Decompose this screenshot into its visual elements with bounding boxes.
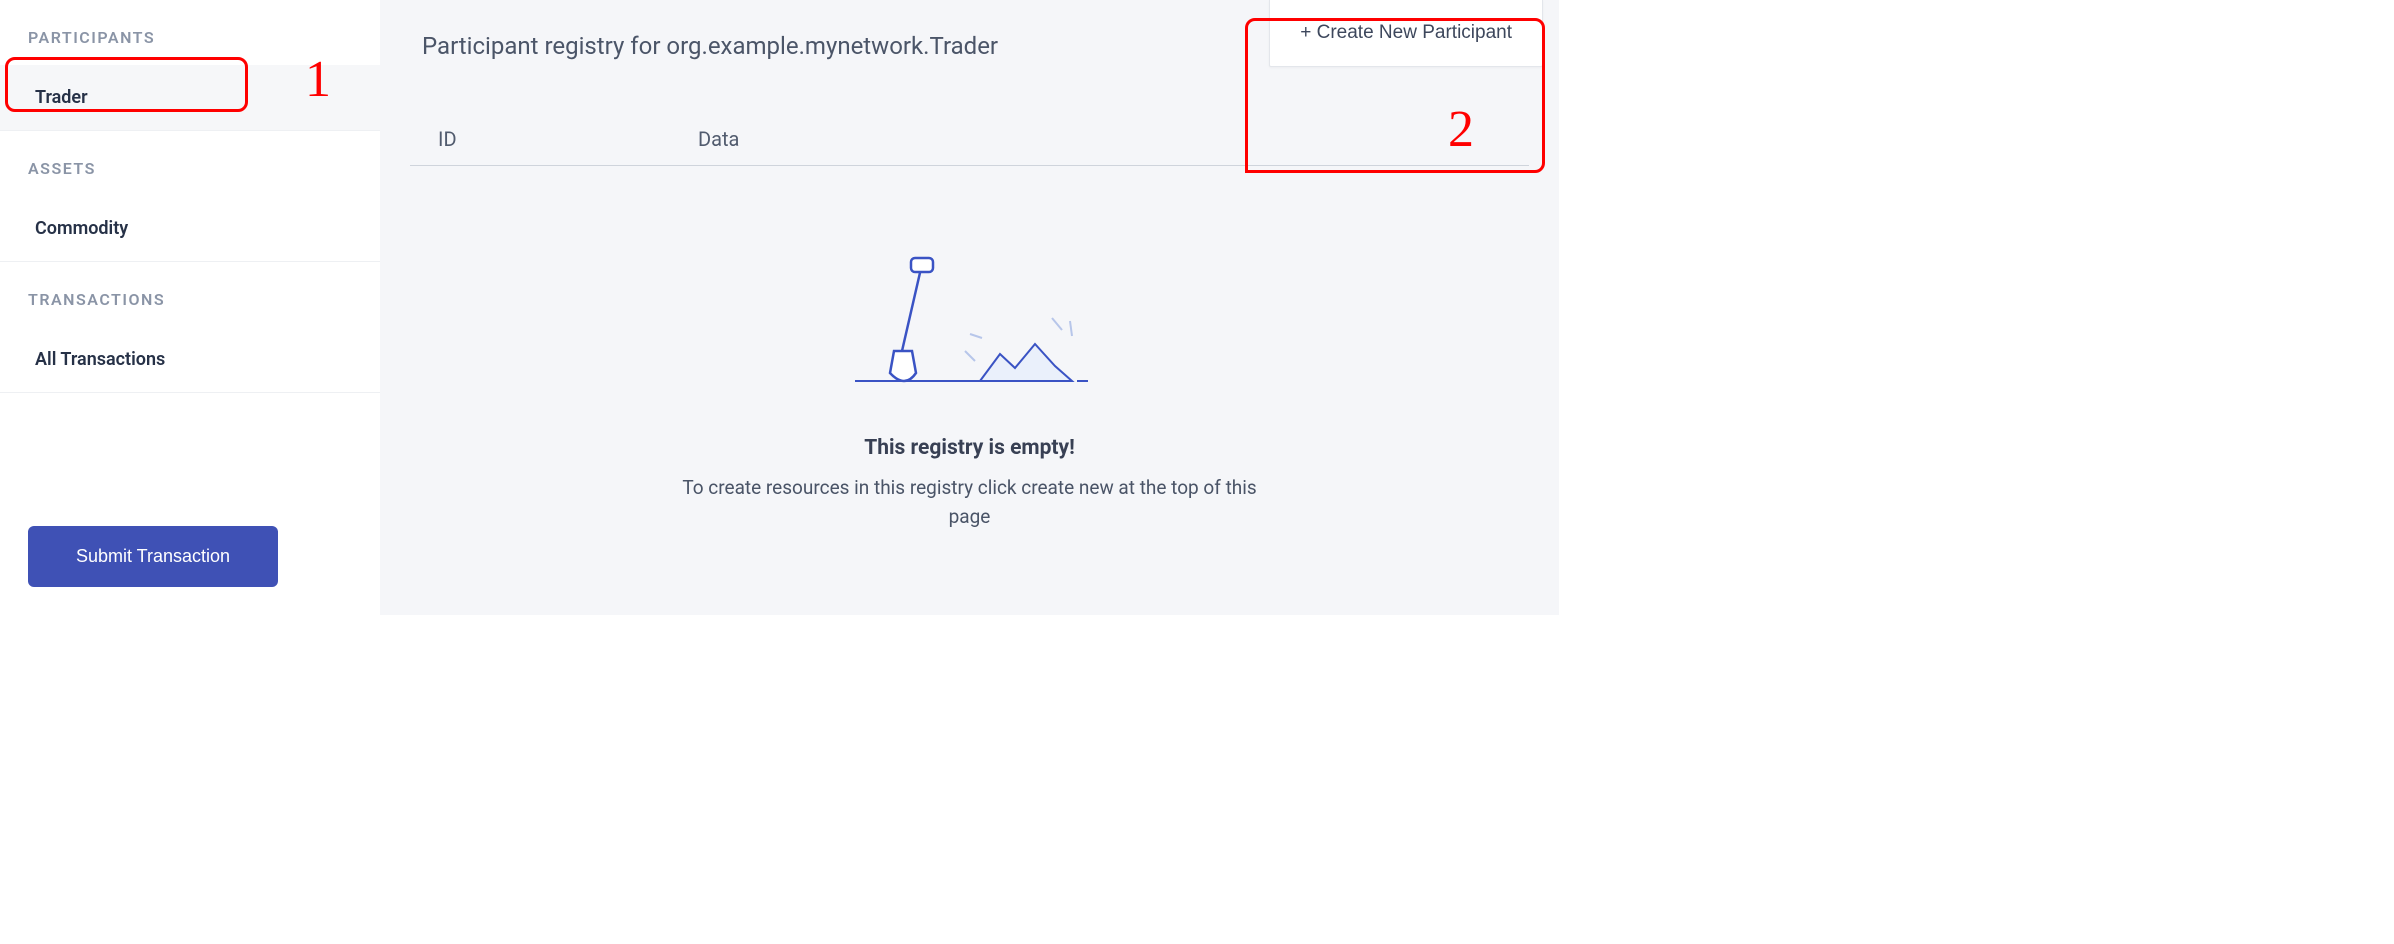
sidebar-item-commodity[interactable]: Commodity	[0, 196, 380, 262]
sidebar-header-transactions: TRANSACTIONS	[0, 262, 380, 327]
empty-state: This registry is empty! To create resour…	[410, 256, 1529, 531]
main-header: Participant registry for org.example.myn…	[410, 22, 1529, 67]
submit-transaction-button[interactable]: Submit Transaction	[28, 526, 278, 587]
create-participant-button[interactable]: + Create New Participant	[1269, 0, 1543, 67]
sidebar-item-label: Commodity	[35, 218, 128, 239]
page-title: Participant registry for org.example.myn…	[410, 22, 998, 60]
sidebar-header-participants: PARTICIPANTS	[0, 0, 380, 65]
main-content: Participant registry for org.example.myn…	[380, 0, 1559, 615]
empty-state-title: This registry is empty!	[410, 436, 1529, 460]
sidebar-item-trader[interactable]: Trader	[0, 65, 380, 131]
table-header: ID Data	[410, 127, 1529, 166]
sidebar: PARTICIPANTS Trader ASSETS Commodity TRA…	[0, 0, 380, 615]
column-header-id: ID	[438, 127, 698, 151]
sidebar-item-all-transactions[interactable]: All Transactions	[0, 327, 380, 393]
sidebar-item-label: Trader	[35, 87, 88, 108]
empty-state-illustration-icon	[850, 256, 1090, 396]
sidebar-spacer	[0, 393, 380, 508]
sidebar-item-label: All Transactions	[35, 349, 165, 370]
empty-state-description: To create resources in this registry cli…	[680, 474, 1260, 531]
sidebar-header-assets: ASSETS	[0, 131, 380, 196]
column-header-data: Data	[698, 127, 1501, 151]
